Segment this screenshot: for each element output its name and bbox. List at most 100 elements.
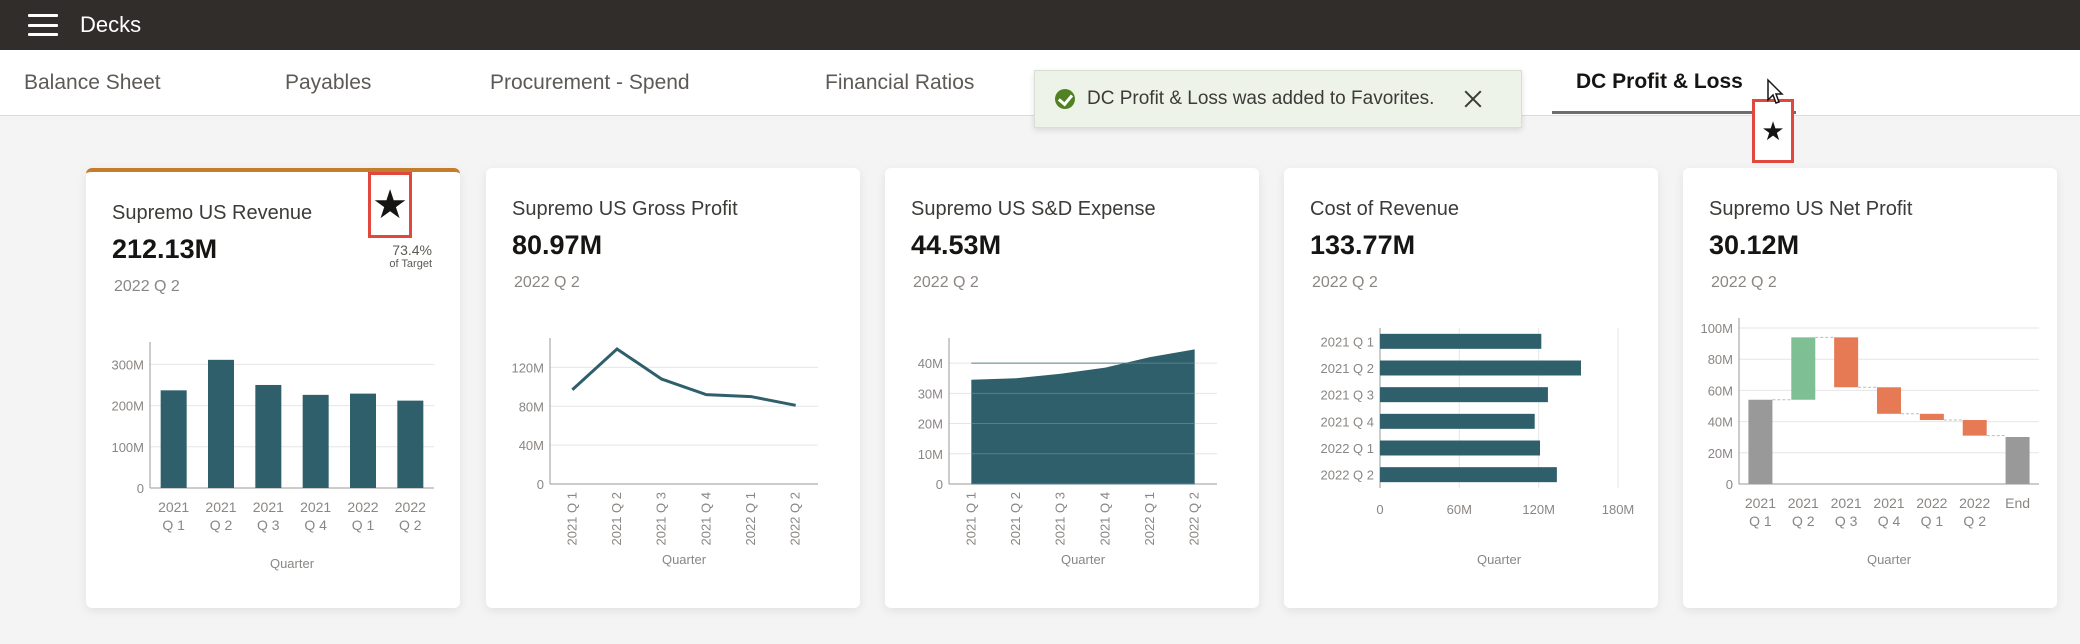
tab-financial-ratios[interactable]: Financial Ratios (825, 50, 974, 116)
card-period: 2022 Q 2 (514, 274, 580, 291)
tab-procurement-spend[interactable]: Procurement - Spend (490, 50, 690, 116)
bar-0 (160, 390, 187, 488)
card-title: Supremo US Net Profit (1709, 198, 1913, 220)
card-value: 80.97M (512, 230, 603, 260)
card-title: Supremo US Gross Profit (512, 198, 738, 220)
x-axis-title: Quarter (270, 556, 315, 571)
bar-3 (302, 394, 329, 488)
x-tick-label: Q 2 (1963, 513, 1986, 529)
y-tick-label: 30M (918, 386, 943, 401)
x-tick-label: Q 1 (1921, 513, 1944, 529)
x-tick-label: 2022 Q 1 (743, 492, 758, 546)
close-icon[interactable] (1461, 87, 1485, 111)
x-tick-label: Q 3 (1835, 513, 1858, 529)
x-tick-label: 180M (1602, 502, 1635, 517)
x-tick-label: 2022 Q 1 (1142, 492, 1157, 546)
y-tick-label: 80M (1708, 352, 1733, 367)
cost-of-revenue-chart: 0 60M 120M 180M 2021 Q 1 2021 Q 2 2021 Q 3 2021… (1321, 328, 1635, 567)
x-tick-label: 2021 (158, 499, 189, 515)
x-tick-label: 2021 (1788, 495, 1819, 511)
card-value: 30.12M (1709, 230, 1800, 260)
bar-3 (1877, 387, 1901, 414)
target-percent: 73.4% (392, 242, 432, 258)
gross-profit-chart: 0 40M 80M 120M 2021 Q 1 2021 Q 2 2021 Q 3 2021 … (511, 338, 818, 567)
x-tick-label: Q 2 (210, 517, 233, 533)
x-tick-label: Q 1 (162, 517, 185, 533)
x-tick-label: Q 2 (399, 517, 422, 533)
x-tick-label: 2021 Q 3 (1053, 492, 1068, 546)
favorites-toast: DC Profit & Loss was added to Favorites. (1034, 70, 1522, 128)
card-title: Supremo US Revenue (112, 202, 313, 224)
x-tick-label: 2022 (1916, 495, 1947, 511)
x-tick-label: 120M (1522, 502, 1555, 517)
x-tick-label: Q 4 (1878, 513, 1901, 529)
y-tick-label: 10M (918, 447, 943, 462)
hamburger-menu-icon[interactable] (28, 14, 58, 36)
x-tick-label: 2021 (1745, 495, 1776, 511)
x-axis-title: Quarter (1477, 552, 1522, 567)
series-area (971, 349, 1195, 484)
x-tick-label: 60M (1447, 502, 1472, 517)
y-tick-label: 60M (1708, 383, 1733, 398)
y-tick-label: 40M (519, 438, 544, 453)
y-tick-label: 80M (519, 399, 544, 414)
bar-4 (1919, 413, 1944, 421)
bar-2 (255, 384, 282, 488)
x-tick-label: 2021 (253, 499, 284, 515)
x-tick-label: 2021 (300, 499, 331, 515)
y-tick-label: 200M (111, 399, 144, 414)
x-tick-label: 2022 (1959, 495, 1990, 511)
card-period: 2022 Q 2 (913, 274, 979, 291)
bar-2 (1380, 387, 1548, 403)
x-tick-label: Q 3 (257, 517, 280, 533)
x-tick-label: 2021 Q 4 (698, 492, 713, 546)
bar-5 (1962, 420, 1987, 436)
top-bar: Decks (0, 0, 2080, 50)
x-axis-title: Quarter (662, 552, 707, 567)
x-tick-label: 2021 (1831, 495, 1862, 511)
card-net-profit[interactable]: Supremo US Net Profit 30.12M 2022 Q 2 02… (1683, 168, 2057, 608)
y-tick-label: 0 (137, 481, 144, 496)
x-tick-label: 2022 (395, 499, 426, 515)
card-value: 133.77M (1310, 230, 1416, 260)
bar-4 (1380, 440, 1540, 456)
x-tick-label: Q 1 (352, 517, 375, 533)
y-tick-label: 0 (936, 477, 943, 492)
bar-5 (1380, 467, 1557, 483)
target-label: of Target (389, 258, 432, 270)
favorite-star-icon[interactable]: ★ (1752, 99, 1794, 163)
card-value: 44.53M (911, 230, 1002, 260)
x-axis-title: Quarter (1061, 552, 1106, 567)
x-tick-label: End (2005, 495, 2030, 511)
x-tick-label: 2021 Q 3 (654, 492, 669, 546)
x-tick-label: 2021 Q 2 (609, 492, 624, 546)
y-tick-label: 2021 Q 4 (1321, 414, 1375, 429)
card-title: Cost of Revenue (1310, 198, 1459, 220)
y-tick-label: 300M (111, 357, 144, 372)
x-tick-label: 2022 Q 2 (788, 492, 803, 546)
bar-4 (350, 393, 376, 488)
bar-6 (2005, 437, 2030, 484)
y-tick-label: 0 (537, 477, 544, 492)
x-axis-title: Quarter (1867, 552, 1912, 567)
toast-message: DC Profit & Loss was added to Favorites. (1087, 88, 1435, 109)
favorite-star-icon[interactable]: ★ (368, 172, 412, 238)
card-period: 2022 Q 2 (1711, 274, 1777, 291)
tab-payables[interactable]: Payables (285, 50, 371, 116)
bar-0 (1380, 333, 1542, 349)
card-cost-of-revenue[interactable]: Cost of Revenue 133.77M 2022 Q 2 0 60M 120… (1284, 168, 1658, 608)
card-value: 212.13M (112, 234, 218, 264)
card-period: 2022 Q 2 (1312, 274, 1378, 291)
card-gross-profit[interactable]: Supremo US Gross Profit 80.97M 2022 Q 2 … (486, 168, 860, 608)
x-tick-label: Q 4 (304, 517, 327, 533)
card-revenue[interactable]: Supremo US Revenue 212.13M 2022 Q 2 ★ 73… (86, 168, 460, 608)
bar-1 (1791, 337, 1816, 400)
bar-0 (1748, 399, 1773, 484)
y-tick-label: 2022 Q 1 (1321, 441, 1375, 456)
bar-1 (1380, 360, 1581, 376)
card-sd-expense[interactable]: Supremo US S&D Expense 44.53M 2022 Q 2 0… (885, 168, 1259, 608)
card-period: 2022 Q 2 (114, 278, 180, 295)
tab-balance-sheet[interactable]: Balance Sheet (24, 50, 161, 116)
tab-dc-profit-loss-label: DC Profit & Loss (1576, 70, 1743, 93)
x-tick-label: 2021 Q 1 (564, 492, 579, 546)
